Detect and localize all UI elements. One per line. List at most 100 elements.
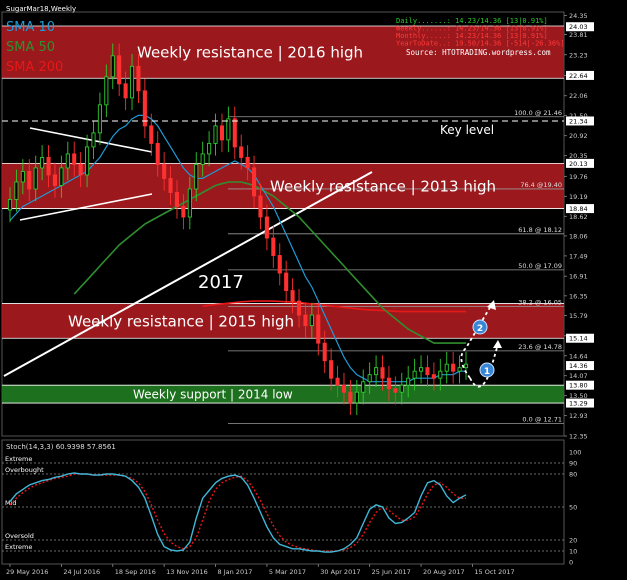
candle-53[interactable]: [348, 391, 353, 404]
candle-64[interactable]: [418, 367, 424, 372]
candle-10[interactable]: [72, 153, 77, 165]
candle-46[interactable]: [303, 314, 308, 327]
candle-35[interactable]: [232, 118, 237, 148]
candle-55[interactable]: [361, 381, 366, 393]
candle-34[interactable]: [226, 118, 231, 141]
zone-2015-high-label: Weekly resistance | 2015 high: [68, 312, 294, 330]
candle-66[interactable]: [431, 374, 436, 379]
candle-4[interactable]: [33, 167, 38, 190]
candle-2[interactable]: [20, 170, 25, 183]
price-tag-label-8: 13.29: [569, 400, 588, 408]
candle-27[interactable]: [181, 206, 186, 218]
marker-2-label: 2: [477, 324, 483, 334]
price-tick-8: 19.76: [569, 173, 588, 181]
candle-51[interactable]: [335, 377, 340, 386]
candle-58[interactable]: [380, 367, 385, 379]
candle-32[interactable]: [213, 125, 218, 144]
time-tick-3: 13 Nov 2016: [166, 568, 208, 576]
candle-47[interactable]: [309, 314, 314, 327]
price-tag-label-4: 18.84: [569, 205, 588, 213]
candle-19[interactable]: [129, 65, 135, 99]
candle-36[interactable]: [239, 146, 244, 158]
candle-23[interactable]: [155, 142, 160, 165]
price-tick-15: 15.79: [569, 312, 588, 320]
candle-56[interactable]: [367, 374, 372, 383]
candle-67[interactable]: [438, 370, 443, 379]
candle-8[interactable]: [59, 167, 64, 186]
candle-59[interactable]: [386, 377, 391, 390]
candle-43[interactable]: [284, 272, 289, 292]
candle-40[interactable]: [264, 216, 269, 239]
candle-38[interactable]: [252, 167, 257, 197]
info-source: Source: HTOTRADING.wordpress.com: [406, 48, 551, 57]
candle-45[interactable]: [296, 300, 302, 316]
candle-31[interactable]: [207, 142, 212, 155]
candle-9[interactable]: [65, 153, 70, 169]
candle-16[interactable]: [110, 55, 115, 78]
candle-44[interactable]: [290, 290, 295, 302]
candle-71[interactable]: [463, 363, 469, 369]
candle-42[interactable]: [277, 255, 282, 274]
price-tag-label-7: 13.80: [569, 382, 588, 390]
time-tick-5: 5 Mar 2017: [269, 568, 306, 576]
stochastic-title: Stoch(14,3,3) 60.9398 57.8561: [6, 443, 116, 451]
candle-14[interactable]: [97, 104, 102, 134]
candle-3[interactable]: [27, 170, 32, 190]
candle-25[interactable]: [168, 177, 173, 193]
price-tick-2: 23.23: [569, 51, 588, 59]
candle-24[interactable]: [162, 163, 167, 179]
candle-15[interactable]: [104, 76, 109, 106]
candle-54[interactable]: [354, 391, 359, 404]
candle-33[interactable]: [219, 125, 224, 141]
candle-39[interactable]: [258, 195, 263, 218]
candle-30[interactable]: [200, 153, 205, 165]
candle-57[interactable]: [374, 367, 379, 376]
price-tag-label-2: 21.34: [569, 117, 588, 125]
candle-22[interactable]: [149, 125, 154, 144]
candle-28[interactable]: [187, 188, 192, 218]
candle-65[interactable]: [425, 367, 430, 376]
candle-20[interactable]: [136, 65, 141, 92]
time-tick-8: 20 Aug 2017: [423, 568, 465, 576]
stoch-tick-3: 50: [569, 504, 577, 512]
price-tag-label-5: 15.14: [569, 335, 588, 343]
candle-63[interactable]: [412, 370, 417, 379]
candle-41[interactable]: [271, 237, 276, 256]
candle-12[interactable]: [85, 146, 90, 176]
candle-60[interactable]: [393, 388, 398, 393]
marker-1-label: 1: [484, 367, 490, 377]
info-panel: Daily.......: 14.23/14.36 [13|0.91%]Week…: [396, 17, 565, 57]
candle-17[interactable]: [117, 55, 122, 85]
candle-6[interactable]: [46, 156, 51, 176]
candle-37[interactable]: [245, 156, 250, 169]
price-tick-17: 14.64: [569, 352, 588, 360]
price-chart[interactable]: 100.0 @ 21.46 76.4 @19.40 61.8 @ 18.12 50.0…: [0, 0, 627, 580]
candle-26[interactable]: [174, 192, 180, 207]
time-tick-2: 18 Sep 2016: [115, 568, 156, 576]
candle-7[interactable]: [52, 174, 58, 186]
candle-18[interactable]: [123, 83, 128, 99]
candle-48[interactable]: [316, 314, 321, 344]
candle-0[interactable]: [7, 199, 13, 211]
candle-50[interactable]: [329, 360, 334, 379]
candle-11[interactable]: [78, 163, 83, 176]
candle-5[interactable]: [40, 156, 45, 169]
candle-52[interactable]: [341, 384, 347, 393]
candle-62[interactable]: [406, 377, 411, 386]
candle-13[interactable]: [91, 132, 96, 148]
candle-68[interactable]: [444, 363, 449, 372]
zone-2013-high-label: Weekly resistance | 2013 high: [270, 177, 496, 195]
price-tick-13: 16.91: [569, 273, 588, 281]
candle-49[interactable]: [322, 342, 327, 362]
stoch-level-label-4: Extreme: [5, 543, 32, 551]
candle-69[interactable]: [451, 363, 456, 372]
time-tick-6: 30 Apr 2017: [320, 568, 360, 576]
fib-label-4: 38.2 @ 16.05: [518, 298, 562, 306]
candle-29[interactable]: [194, 163, 199, 190]
time-tick-9: 15 Oct 2017: [474, 568, 514, 576]
price-tick-0: 24.35: [569, 12, 588, 20]
price-tick-21: 12.35: [569, 433, 588, 441]
candle-70[interactable]: [457, 367, 462, 372]
candle-61[interactable]: [399, 384, 404, 393]
candle-1[interactable]: [14, 181, 19, 200]
